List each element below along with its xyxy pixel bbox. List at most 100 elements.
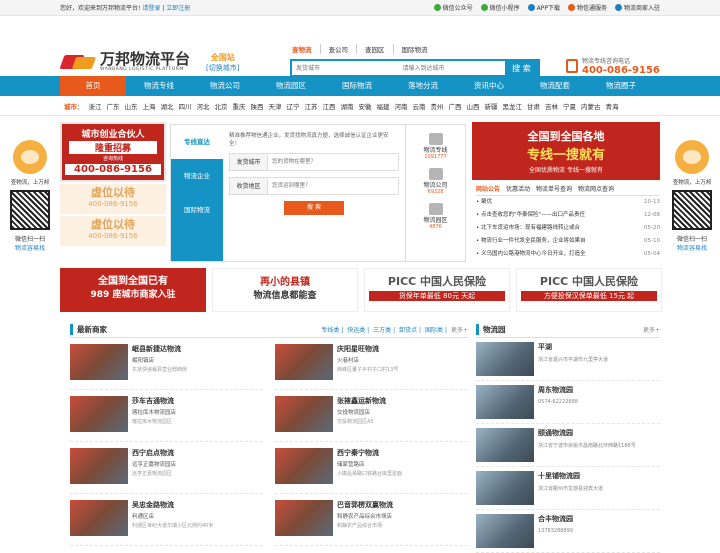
search-button[interactable]: 搜 索 (504, 61, 538, 75)
city-link[interactable]: 宁夏 (563, 101, 576, 111)
city-link[interactable]: 吉林 (545, 101, 558, 111)
city-link[interactable]: 江苏 (305, 101, 318, 111)
city-link[interactable]: 湖北 (161, 101, 174, 111)
register-link[interactable]: 立即注册 (166, 5, 190, 12)
merchant-card[interactable]: 西宁启点物流 远亨正嘉物流园店 远亨正嘉物流园区 (70, 442, 263, 494)
nav-item[interactable]: 物流专线 (126, 76, 192, 96)
merchants-more-link[interactable]: 更多+ (451, 325, 468, 334)
city-link[interactable]: 山东 (125, 101, 138, 111)
nav-item[interactable]: 落地分流 (390, 76, 456, 96)
service-tab[interactable]: 专线直达 (171, 125, 223, 159)
merchant-card[interactable]: 张掖鑫运新物流 交投物流园店 交投物流园区A5 (275, 390, 468, 442)
news-item[interactable]: • 北下车货运市场：现有福建路线转让或合 05-20 (476, 222, 660, 235)
news-tab[interactable]: 物流单号查询 (536, 184, 572, 193)
search-tab[interactable]: 查公司 (321, 44, 357, 54)
city-link[interactable]: 安徽 (359, 101, 372, 111)
city-link[interactable]: 北京 (215, 101, 228, 111)
search-tab[interactable]: 国际物流 (394, 44, 436, 54)
placeholder-ad[interactable]: 虚位以待 400-086-9156 (60, 216, 166, 246)
site-logo[interactable]: 万邦物流平台 WANBANG LOGISTIC PLATFORM (62, 52, 190, 73)
park-card[interactable]: 颐通物流园 浙江省宁波市余姚市昌南路北环西路1188号 (476, 424, 660, 467)
city-switch-link[interactable]: [切换城市] (206, 63, 239, 73)
top-link[interactable]: APP下载 (527, 3, 560, 12)
promo-ad[interactable]: 再小的县镇 物流信息都能查 (212, 268, 358, 312)
news-tab[interactable]: 网站公告 (476, 184, 500, 193)
search-tab[interactable]: 查物流 (290, 44, 321, 54)
search-tab[interactable]: 查园区 (357, 44, 394, 54)
partner-recruit-ad[interactable]: 城市创业合伙人 隆重招募 咨询热线 400-086-9156 (60, 122, 166, 182)
city-link[interactable]: 新疆 (485, 101, 498, 111)
merchant-filter-link[interactable]: 国际类 | (425, 325, 447, 334)
news-tab[interactable]: 物流网点查询 (578, 184, 614, 193)
city-link[interactable]: 陕西 (251, 101, 264, 111)
city-link[interactable]: 广西 (449, 101, 462, 111)
park-card[interactable]: 平湖 浙江省嘉兴市平湖市九里亭大道 (476, 338, 660, 381)
nav-item[interactable]: 物流圈子 (588, 76, 654, 96)
park-card[interactable]: 周东物流园 0574-62222888 (476, 381, 660, 424)
city-link[interactable]: 四川 (179, 101, 192, 111)
nav-item[interactable]: 物流配套 (522, 76, 588, 96)
news-item[interactable]: • 物流行业一件代发全民服务，企业将如果自 05-10 (476, 235, 660, 248)
login-link[interactable]: 请登录 (142, 5, 160, 12)
park-card[interactable]: 十里铺物流园 浙江省衢州市龙游县迎宾大道 (476, 467, 660, 510)
city-link[interactable]: 河南 (395, 101, 408, 111)
news-item[interactable]: • 义乌国内公路港物流中心今日开业，打造全 05-04 (476, 248, 660, 261)
merchant-filter-link[interactable]: 三方类 | (373, 325, 395, 334)
parks-more-link[interactable]: 更多+ (643, 325, 660, 334)
top-link[interactable]: 微信公众号 (433, 3, 473, 12)
service-tab[interactable]: 物流企业 (171, 159, 223, 193)
merchant-card[interactable]: 庆阳星旺物流 火巷村店 西峰区董子乡村子口村13号 (275, 338, 468, 390)
top-link[interactable]: 物信通服务 (567, 3, 607, 12)
top-link[interactable]: 微信小程序 (480, 3, 520, 12)
park-card[interactable]: 合丰物流园 13783288899 (476, 510, 660, 553)
nav-item[interactable]: 资讯中心 (456, 76, 522, 96)
placeholder-ad[interactable]: 虚位以待 400-086-9156 (60, 184, 166, 214)
service-search-button[interactable]: 搜 索 (284, 201, 344, 215)
city-link[interactable]: 广东 (107, 101, 120, 111)
city-link[interactable]: 重庆 (233, 101, 246, 111)
nav-item[interactable]: 物流园区 (258, 76, 324, 96)
news-item[interactable]: • 点击查收您的"华泰保险"——出口产品责任 12-08 (476, 209, 660, 222)
merchant-filter-link[interactable]: 快运类 | (347, 325, 369, 334)
service-tab[interactable]: 国际物流 (171, 193, 223, 227)
right-banner[interactable]: 全国到全国各地 专线一搜就有 全国优质物流 专线一搜就有 (472, 122, 660, 180)
top-link[interactable]: 物流商家入驻 (614, 3, 660, 12)
nav-item[interactable]: 首页 (60, 76, 126, 96)
link-icon (567, 4, 575, 11)
nav-item[interactable]: 国际物流 (324, 76, 390, 96)
promo-ad[interactable]: PICC 中国人民保险 方便投保汉保单最低 15元 起 (516, 268, 662, 312)
merchant-card[interactable]: 吴忠金路物流 利通区店 利通区世纪大道华瑞小区北侧约40米 (70, 494, 263, 546)
search-from-input[interactable] (292, 61, 399, 75)
search-to-input[interactable] (398, 61, 505, 75)
city-link[interactable]: 江西 (323, 101, 336, 111)
nav-item[interactable]: 物流公司 (192, 76, 258, 96)
promo-ad[interactable]: 全国到全国已有 989 座城市商家入驻 (60, 268, 206, 312)
merchant-card[interactable]: 岷县新捷达物流 岷阳镇店 东京快递岷县营业部西侧 (70, 338, 263, 390)
city-link[interactable]: 福建 (377, 101, 390, 111)
merchant-filter-link[interactable]: 专线类 | (321, 325, 343, 334)
city-link[interactable]: 辽宁 (287, 101, 300, 111)
news-tab[interactable]: 优惠活动 (506, 184, 530, 193)
to-input[interactable] (268, 178, 398, 194)
city-link[interactable]: 青海 (606, 101, 619, 111)
city-link[interactable]: 河北 (197, 101, 210, 111)
news-item[interactable]: • 聚优 10-13 (476, 196, 660, 209)
city-link[interactable]: 云南 (413, 101, 426, 111)
merchant-card[interactable]: 西宁秦宁物流 储家营路店 小康品易路口铁路台库里星面 (275, 442, 468, 494)
ad-line2: 物流信息都能查 (253, 291, 317, 301)
park-photo (476, 342, 534, 376)
promo-ad[interactable]: PICC 中国人民保险 货保年单最低 80元 天起 (364, 268, 510, 312)
merchant-card[interactable]: 巴音郭楞双赢物流 和静农产品综合市场店 和静农产品综合市场 (275, 494, 468, 546)
city-link[interactable]: 甘肃 (527, 101, 540, 111)
city-link[interactable]: 上海 (143, 101, 156, 111)
from-input[interactable] (268, 154, 398, 170)
city-link[interactable]: 天津 (269, 101, 282, 111)
city-link[interactable]: 贵州 (431, 101, 444, 111)
city-link[interactable]: 山西 (467, 101, 480, 111)
city-link[interactable]: 湖南 (341, 101, 354, 111)
city-link[interactable]: 内蒙古 (581, 101, 601, 111)
city-link[interactable]: 浙江 (89, 101, 102, 111)
merchant-card[interactable]: 莎车吉通物流 喀拉库木物流园店 喀拉库木物流园区 (70, 390, 263, 442)
city-link[interactable]: 黑龙江 (503, 101, 523, 111)
merchant-filter-link[interactable]: 卸货点 | (399, 325, 421, 334)
